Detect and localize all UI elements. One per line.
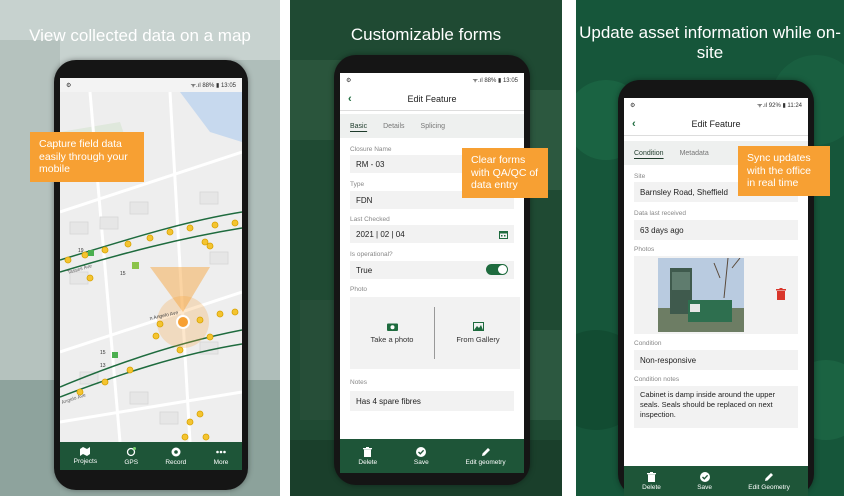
calendar-icon[interactable]	[499, 230, 508, 239]
tab-splicing[interactable]: Splicing	[421, 123, 446, 130]
edit-geometry-button[interactable]: Edit Geometry	[748, 472, 790, 491]
settings-icon: ⚙	[630, 102, 636, 109]
divider	[434, 307, 435, 359]
record-icon	[171, 447, 181, 456]
pencil-icon	[481, 447, 490, 456]
form-tabs: Basic Details Splicing	[340, 114, 524, 138]
phone-frame: ⚙ ᯤ.ıl 92% ▮ 11:24 ‹ Edit Feature Condit…	[618, 80, 814, 496]
panel-asset: Update asset information while on-site ⚙…	[576, 0, 844, 496]
status-bar: ⚙ ᯤ.ıl 88% ▮ 13:05	[60, 78, 242, 92]
action-bar: Delete Save Edit geometry	[340, 439, 524, 473]
status-indicators: ᯤ.ıl 92% ▮ 11:24	[756, 103, 802, 109]
callout-sync: Sync updates with the office in real tim…	[738, 146, 830, 196]
photos-area	[634, 256, 798, 334]
phone-frame: ⚙ ᯤ.ıl 88% ▮ 13:05 ‹ Edit Feature Basic …	[334, 55, 530, 485]
phone-screen: ⚙ ᯤ.ıl 88% ▮ 13:05 ‹ Edit Feature Basic …	[340, 73, 524, 473]
panel-forms: Customizable forms ⚙ ᯤ.ıl 88% ▮ 13:05 ‹ …	[290, 0, 562, 496]
headline: View collected data on a map	[29, 26, 251, 45]
photos-label: Photos	[634, 246, 655, 253]
camera-icon	[386, 323, 398, 331]
tab-condition[interactable]: Condition	[634, 150, 664, 157]
site-label: Site	[634, 173, 646, 180]
tab-metadata[interactable]: Metadata	[680, 150, 709, 157]
svg-text:19: 19	[78, 248, 84, 254]
data-received-field: 63 days ago	[634, 220, 798, 240]
photo-label: Photo	[350, 286, 367, 293]
svg-text:13: 13	[100, 363, 106, 369]
check-icon	[416, 446, 427, 457]
delete-photo-icon[interactable]	[776, 288, 786, 300]
delete-button[interactable]: Delete	[358, 446, 377, 466]
status-indicators: ᯤ.ıl 88% ▮ 13:05	[190, 83, 236, 89]
svg-text:15: 15	[100, 350, 106, 356]
cabinet-photo[interactable]	[658, 258, 744, 332]
bottom-navigation: Projects GPS Record More	[60, 442, 242, 470]
gallery-icon	[472, 322, 484, 331]
save-button[interactable]: Save	[697, 471, 712, 491]
condition-notes-field[interactable]: Cabinet is damp inside around the upper …	[634, 386, 798, 428]
action-bar: Delete Save Edit Geometry	[624, 466, 808, 496]
status-indicators: ᯤ.ıl 88% ▮ 13:05	[472, 78, 518, 84]
more-icon	[216, 450, 226, 453]
callout-forms: Clear forms with QA/QC of data entry	[462, 148, 548, 198]
status-bar: ⚙ ᯤ.ıl 92% ▮ 11:24	[624, 98, 808, 112]
app-bar: ‹ Edit Feature	[624, 112, 808, 136]
pencil-icon	[765, 472, 774, 481]
trash-icon	[647, 471, 657, 482]
type-label: Type	[350, 181, 365, 188]
take-photo-button[interactable]: Take a photo	[350, 297, 434, 369]
notes-label: Notes	[350, 379, 367, 386]
panel-map: View collected data on a map ⚙ ᯤ.ıl 88% …	[0, 0, 280, 496]
last-checked-field[interactable]: 2021 | 02 | 04	[350, 225, 514, 243]
from-gallery-button[interactable]: From Gallery	[436, 297, 520, 369]
closure-name-label: Closure Name	[350, 146, 392, 153]
callout-capture: Capture field data easily through your m…	[30, 132, 144, 182]
back-arrow-icon[interactable]: ‹	[348, 93, 352, 105]
tab-details[interactable]: Details	[383, 123, 404, 130]
nav-more[interactable]: More	[214, 447, 228, 466]
trash-icon	[363, 446, 373, 457]
projects-icon	[80, 447, 91, 456]
headline: Customizable forms	[350, 25, 502, 44]
last-checked-label: Last Checked	[350, 216, 390, 223]
is-operational-label: Is operational?	[350, 251, 393, 258]
headline: Update asset information while on-site	[579, 23, 841, 62]
photo-picker: Take a photo From Gallery	[350, 297, 520, 369]
status-bar: ⚙ ᯤ.ıl 88% ▮ 13:05	[340, 73, 524, 87]
page-title: Edit Feature	[407, 93, 457, 104]
edit-geometry-button[interactable]: Edit geometry	[466, 447, 506, 466]
condition-label: Condition	[634, 340, 662, 347]
phone-frame: ⚙ ᯤ.ıl 88% ▮ 13:05 Tasses Ave n Angelo A…	[54, 60, 248, 490]
gps-location-marker	[176, 315, 190, 329]
check-icon	[699, 471, 710, 482]
operational-toggle[interactable]	[486, 264, 508, 275]
data-received-label: Data last received	[634, 210, 687, 217]
page-title: Edit Feature	[691, 118, 741, 129]
svg-text:15: 15	[120, 271, 126, 277]
condition-notes-label: Condition notes	[634, 376, 680, 383]
nav-record[interactable]: Record	[165, 447, 186, 466]
save-button[interactable]: Save	[414, 446, 429, 466]
back-arrow-icon[interactable]: ‹	[632, 118, 636, 130]
tab-basic[interactable]: Basic	[350, 123, 367, 130]
nav-projects[interactable]: Projects	[74, 447, 97, 465]
settings-icon: ⚙	[346, 77, 352, 84]
condition-field[interactable]: Non-responsive	[634, 350, 798, 370]
settings-icon: ⚙	[66, 82, 72, 89]
notes-field[interactable]: Has 4 spare fibres	[350, 391, 514, 411]
gps-icon	[127, 446, 137, 456]
app-bar: ‹ Edit Feature	[340, 87, 524, 111]
nav-gps[interactable]: GPS	[124, 446, 138, 466]
delete-button[interactable]: Delete	[642, 471, 661, 491]
